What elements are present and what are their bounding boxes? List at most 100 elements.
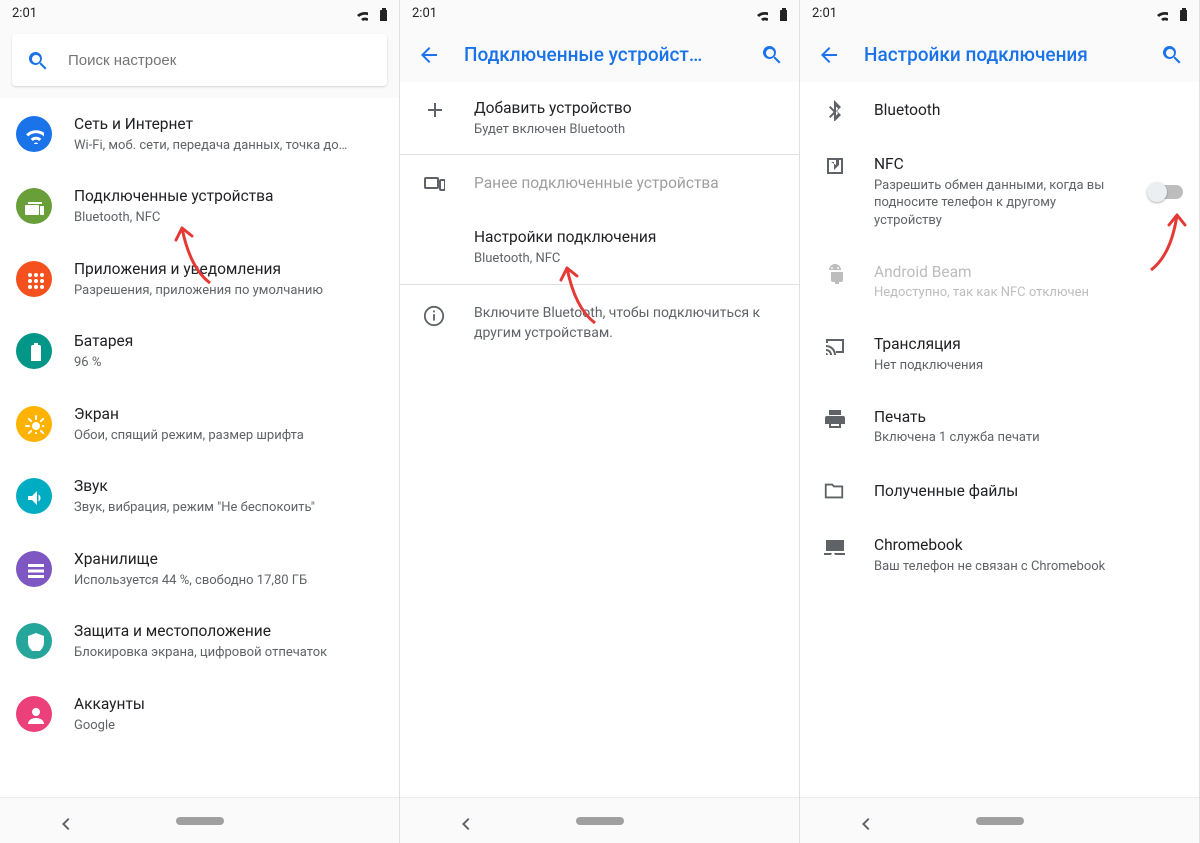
back-nav-icon[interactable] (853, 812, 871, 830)
connection-preferences[interactable]: Настройки подключения Bluetooth, NFC (400, 211, 799, 283)
pref-cast[interactable]: Трансляция Нет подключения (800, 318, 1199, 390)
wifi-icon (1153, 6, 1168, 21)
item-sub: Недоступно, так как NFC отключен (874, 284, 1183, 302)
wifi-icon (753, 6, 768, 21)
android-icon (816, 262, 852, 284)
connected-devices-list: Добавить устройствоБудет включен Bluetoo… (400, 82, 799, 797)
search-settings[interactable] (12, 34, 387, 86)
pref-bluetooth[interactable]: Bluetooth (800, 82, 1199, 138)
settings-item-sound[interactable]: Звук Звук, вибрация, режим "Не беспокоить… (0, 460, 399, 532)
folder-icon (816, 480, 852, 502)
home-nav-pill[interactable] (976, 817, 1024, 825)
item-sub: 96 % (74, 354, 383, 372)
status-time: 2:01 (412, 6, 437, 21)
wifi-icon (16, 116, 52, 152)
storage-icon (16, 551, 52, 587)
back-button[interactable] (408, 34, 448, 74)
item-title: Ранее подключенные устройства (474, 173, 783, 194)
pref-printing[interactable]: ПечатьВключена 1 служба печати (800, 391, 1199, 463)
item-title: Приложения и уведомления (74, 259, 383, 280)
system-navbar (800, 797, 1199, 843)
item-sub: Разрешить обмен данными, когда вы поднос… (874, 177, 1117, 230)
back-nav-icon[interactable] (53, 812, 71, 830)
page-title: Настройки подключения (848, 43, 1151, 66)
search-icon (26, 49, 48, 71)
item-sub: Звук, вибрация, режим "Не беспокоить" (74, 499, 383, 517)
item-title: Батарея (74, 331, 383, 352)
status-bar: 2:01 (400, 0, 799, 26)
item-title: Настройки подключения (474, 227, 783, 248)
bluetooth-info: Включите Bluetooth, чтобы подключиться к… (400, 285, 799, 362)
home-nav-pill[interactable] (576, 817, 624, 825)
search-button[interactable] (751, 34, 791, 74)
previously-connected[interactable]: Ранее подключенные устройства (400, 155, 799, 211)
item-title: Android Beam (874, 262, 1183, 283)
back-nav-icon[interactable] (453, 812, 471, 830)
settings-item-network[interactable]: Сеть и Интернет Wi-Fi, моб. сети, передач… (0, 98, 399, 170)
battery-icon (16, 333, 52, 369)
item-title: Сеть и Интернет (74, 114, 383, 135)
item-sub: Включена 1 служба печати (874, 429, 1183, 447)
system-navbar (0, 797, 399, 843)
item-sub: Google (74, 717, 383, 735)
status-time: 2:01 (12, 6, 37, 21)
settings-item-security[interactable]: Защита и местоположениеБлокировка экрана… (0, 605, 399, 677)
connection-preferences-pane: 2:01 Настройки подключения Bluetooth NFC… (800, 0, 1200, 843)
pref-android-beam: Android BeamНедоступно, так как NFC откл… (800, 246, 1199, 318)
item-title: Защита и местоположение (74, 621, 383, 642)
nfc-toggle[interactable] (1147, 182, 1183, 202)
battery-icon (1172, 6, 1187, 21)
item-sub: Обои, спящий режим, размер шрифта (74, 427, 383, 445)
item-title: Звук (74, 476, 383, 497)
plus-icon (416, 98, 452, 120)
item-title: Хранилище (74, 549, 383, 570)
item-sub: Bluetooth, NFC (474, 250, 783, 268)
status-bar: 2:01 (800, 0, 1199, 26)
pref-nfc[interactable]: NFCРазрешить обмен данными, когда вы под… (800, 138, 1199, 246)
settings-item-accounts[interactable]: Аккаунты Google (0, 678, 399, 750)
item-title: Подключенные устройства (74, 186, 383, 207)
app-bar: Подключенные устройст… (400, 26, 799, 82)
home-nav-pill[interactable] (176, 817, 224, 825)
search-button[interactable] (1151, 34, 1191, 74)
app-bar: Настройки подключения (800, 26, 1199, 82)
pref-chromebook[interactable]: ChromebookВаш телефон не связан с Chrome… (800, 519, 1199, 591)
item-sub: Нет подключения (874, 357, 1183, 375)
info-icon (416, 305, 452, 327)
item-sub: Wi-Fi, моб. сети, передача данных, точка… (74, 137, 383, 155)
bluetooth-icon (816, 99, 852, 121)
status-bar: 2:01 (0, 0, 399, 26)
item-title: Добавить устройство (474, 98, 783, 119)
item-title: Полученные файлы (874, 481, 1183, 502)
settings-item-connected-devices[interactable]: Подключенные устройстваBluetooth, NFC (0, 170, 399, 242)
item-sub: Ваш телефон не связан с Chromebook (874, 558, 1183, 576)
item-title: NFC (874, 154, 1117, 175)
page-title: Подключенные устройст… (448, 43, 751, 66)
wifi-icon (353, 6, 368, 21)
back-button[interactable] (808, 34, 848, 74)
search-input[interactable] (68, 52, 373, 69)
chromebook-icon (816, 535, 852, 557)
item-title: Трансляция (874, 334, 1183, 355)
nfc-icon (816, 154, 852, 176)
settings-item-display[interactable]: ЭкранОбои, спящий режим, размер шрифта (0, 388, 399, 460)
sound-icon (16, 478, 52, 514)
item-title: Печать (874, 407, 1183, 428)
settings-item-apps[interactable]: Приложения и уведомленияРазрешения, прил… (0, 243, 399, 315)
info-text: Включите Bluetooth, чтобы подключиться к… (474, 303, 783, 344)
account-icon (16, 696, 52, 732)
item-title: Аккаунты (74, 694, 383, 715)
item-title: Bluetooth (874, 100, 1183, 121)
brightness-icon (16, 406, 52, 442)
devices-icon (416, 172, 452, 194)
pair-new-device[interactable]: Добавить устройствоБудет включен Bluetoo… (400, 82, 799, 154)
status-time: 2:01 (812, 6, 837, 21)
print-icon (816, 407, 852, 429)
connected-devices-pane: 2:01 Подключенные устройст… Добавить уст… (400, 0, 800, 843)
pref-received-files[interactable]: Полученные файлы (800, 463, 1199, 519)
settings-item-battery[interactable]: Батарея 96 % (0, 315, 399, 387)
security-icon (16, 623, 52, 659)
settings-item-storage[interactable]: ХранилищеИспользуется 44 %, свободно 17,… (0, 533, 399, 605)
battery-icon (772, 6, 787, 21)
preferences-list: Bluetooth NFCРазрешить обмен данными, ко… (800, 82, 1199, 797)
